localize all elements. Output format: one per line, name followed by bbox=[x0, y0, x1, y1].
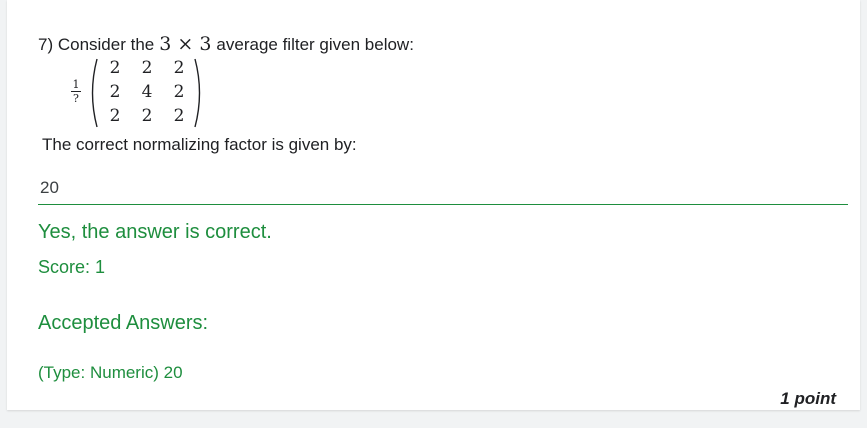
matrix-cell: 2 bbox=[109, 106, 121, 126]
fraction-numerator: 1 bbox=[72, 78, 80, 91]
answer-field-underline bbox=[38, 204, 848, 205]
matrix-cell: 2 bbox=[109, 58, 121, 78]
answer-field[interactable]: 20 bbox=[40, 178, 59, 198]
matrix-cell: 4 bbox=[141, 82, 153, 102]
question-subtext: The correct normalizing factor is given … bbox=[42, 135, 357, 154]
normalizing-fraction: 1 ? bbox=[71, 79, 81, 104]
matrix-grid: 2 2 2 2 4 2 2 2 2 bbox=[99, 57, 195, 128]
matrix-cell: 2 bbox=[109, 82, 121, 102]
question-prefix: 7) Consider the bbox=[38, 35, 155, 54]
accepted-answers-title: Accepted Answers: bbox=[38, 312, 209, 334]
filter-size-expression: 3 × 3 bbox=[159, 33, 212, 55]
matrix-cell: 2 bbox=[173, 58, 185, 78]
accepted-answer-value: (Type: Numeric) 20 bbox=[38, 363, 183, 382]
right-parenthesis bbox=[194, 58, 201, 128]
matrix-cell: 2 bbox=[141, 58, 153, 78]
question-card: 7) Consider the 3 × 3 average filter giv… bbox=[7, 0, 860, 410]
fraction-denominator: ? bbox=[73, 92, 79, 105]
matrix-cell: 2 bbox=[173, 106, 185, 126]
question-suffix: average filter given below: bbox=[216, 35, 414, 54]
matrix-cell: 2 bbox=[173, 82, 185, 102]
points-label: 1 point bbox=[780, 389, 836, 408]
matrix-cell: 2 bbox=[141, 106, 153, 126]
score-text: Score: 1 bbox=[38, 257, 106, 277]
correct-feedback: Yes, the answer is correct. bbox=[38, 221, 272, 243]
question-line: 7) Consider the 3 × 3 average filter giv… bbox=[38, 33, 414, 55]
left-parenthesis bbox=[91, 58, 98, 128]
